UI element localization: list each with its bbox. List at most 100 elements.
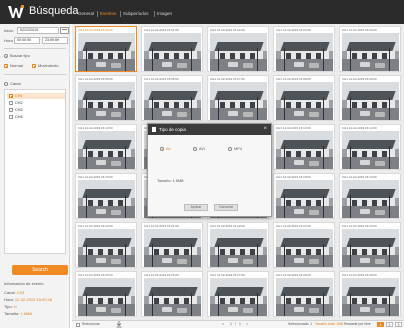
event-thumbnail[interactable]: CH1 12-02-2019 15:08:00	[273, 75, 335, 121]
thumbnail-label: CH1 12-02-2019 15:13:00	[276, 126, 311, 130]
download-icon[interactable]	[116, 321, 122, 328]
event-thumbnail[interactable]: CH1 12-02-2019 15:09:00	[339, 75, 401, 121]
format-radio[interactable]	[160, 147, 164, 151]
event-info-label: Hora:	[4, 297, 14, 302]
apply-button[interactable]: Aplicar	[184, 204, 208, 211]
event-thumbnail[interactable]: CH1 12-02-2019 15:27:00	[207, 271, 269, 317]
event-thumbnail[interactable]: CH1 12-02-2019 15:04:00	[339, 26, 401, 72]
event-thumbnail[interactable]: CH1 12-02-2019 15:10:00	[75, 124, 137, 170]
channel-radio[interactable]	[4, 82, 8, 86]
event-thumbnail[interactable]: CH1 12-02-2019 15:25:00	[75, 271, 137, 317]
channel-item-ch1[interactable]: CH1	[7, 93, 65, 99]
camera-snapshot-image	[210, 33, 267, 71]
event-thumbnail[interactable]: CH1 12-02-2019 15:13:00	[273, 124, 335, 170]
search-type-radio[interactable]	[4, 54, 8, 58]
channel-item-ch3[interactable]: CH3	[7, 107, 65, 113]
channel-item-label: CH4	[15, 115, 23, 119]
event-thumbnail[interactable]: CH1 12-02-2019 15:22:00	[207, 222, 269, 268]
close-icon[interactable]: ×	[263, 126, 267, 132]
search-button[interactable]: Search	[12, 265, 68, 275]
event-thumbnail[interactable]: CH1 12-02-2019 15:24:00	[339, 222, 401, 268]
select-all-checkbox[interactable]	[76, 322, 80, 327]
event-thumbnail[interactable]: CH1 12-02-2019 15:18:00	[273, 173, 335, 219]
channel-list: CH1 CH2 CH3 CH4	[4, 89, 66, 254]
event-thumbnail[interactable]: CH1 12-02-2019 15:15:00	[75, 173, 137, 219]
event-size-row: Tamaño: 1.6MB	[4, 311, 32, 316]
event-thumbnail[interactable]: CH1 12-02-2019 15:00:26	[75, 26, 137, 72]
tab-eventos[interactable]: Eventos	[100, 11, 116, 17]
page-title: Búsqueda	[29, 5, 79, 17]
format-option-av[interactable]: AV	[160, 147, 171, 152]
calendar-icon[interactable]	[60, 27, 69, 34]
channel-checkbox[interactable]	[9, 115, 13, 119]
event-thumbnail[interactable]: CH1 12-02-2019 15:23:00	[273, 222, 335, 268]
event-info-label: Canal:	[4, 290, 16, 295]
event-thumbnail[interactable]: CH1 12-02-2019 15:05:00	[75, 75, 137, 121]
camera-snapshot-image	[276, 278, 333, 316]
event-thumbnail[interactable]: CH1 12-02-2019 15:06:00	[141, 75, 203, 121]
camera-snapshot-image	[78, 278, 135, 316]
cancel-button[interactable]: Cancelar	[214, 204, 238, 211]
pager-prev[interactable]: <	[222, 322, 224, 327]
event-info-value: CH1	[16, 290, 25, 295]
event-thumbnail[interactable]: CH1 12-02-2019 15:07:00	[207, 75, 269, 121]
camera-snapshot-image	[210, 229, 267, 267]
camera-snapshot-image	[78, 131, 135, 169]
camera-snapshot-image	[342, 82, 399, 120]
format-option-avi[interactable]: AVI	[193, 147, 205, 152]
camera-snapshot-image	[342, 180, 399, 218]
event-thumbnail[interactable]: CH1 12-02-2019 15:21:00	[141, 222, 203, 268]
thumbnail-label: CH1 12-02-2019 15:19:00	[342, 175, 377, 179]
event-thumbnail[interactable]: CH1 12-02-2019 15:14:00	[339, 124, 401, 170]
page-button[interactable]: 1	[377, 322, 384, 327]
start-date-field[interactable]: 02/12/2019	[17, 27, 59, 34]
type-normal-label: Normal	[10, 63, 23, 68]
type-motion-checkbox[interactable]	[32, 64, 36, 68]
time-from-field[interactable]: 00:00:00	[14, 37, 40, 44]
document-icon	[152, 127, 156, 132]
type-normal-checkbox[interactable]	[4, 64, 8, 68]
app-logo-icon	[8, 5, 24, 18]
tab-divider	[120, 11, 121, 17]
camera-snapshot-image	[342, 131, 399, 169]
event-thumbnail[interactable]: CH1 12-02-2019 15:02:00	[207, 26, 269, 72]
camera-snapshot-image	[78, 33, 135, 71]
pager-total: 1	[239, 322, 241, 326]
tab-imagen[interactable]: Imagen	[157, 11, 172, 17]
thumbnail-label: CH1 12-02-2019 15:03:00	[276, 28, 311, 32]
format-option-mp4[interactable]: MP4	[228, 147, 242, 152]
thumbnail-label: CH1 12-02-2019 15:05:00	[78, 77, 113, 81]
time-to-field[interactable]: 23:59:59	[42, 37, 68, 44]
event-info-value: 12-02-2019 15:00:26	[14, 297, 53, 302]
pager-current: 1	[230, 322, 232, 326]
camera-snapshot-image	[210, 82, 267, 120]
event-thumbnail[interactable]: CH1 12-02-2019 15:03:00	[273, 26, 335, 72]
page-button[interactable]: 3	[395, 322, 402, 327]
channel-item-label: CH2	[15, 101, 23, 105]
tab-subperiodos[interactable]: Subperíodos	[123, 11, 149, 17]
event-info-label: Tipo:	[4, 304, 13, 309]
event-thumbnail[interactable]: CH1 12-02-2019 15:19:00	[339, 173, 401, 219]
event-thumbnail[interactable]: CH1 12-02-2019 15:26:00	[141, 271, 203, 317]
channel-item-ch2[interactable]: CH2	[7, 100, 65, 106]
tab-general[interactable]: General	[78, 11, 94, 17]
tab-divider	[154, 11, 155, 17]
event-thumbnail[interactable]: CH1 12-02-2019 15:29:00	[339, 271, 401, 317]
thumbnail-label: CH1 12-02-2019 15:20:00	[78, 224, 113, 228]
channel-checkbox[interactable]	[9, 108, 13, 112]
format-radio[interactable]	[228, 147, 232, 151]
channel-checkbox[interactable]	[9, 94, 13, 98]
event-thumbnail[interactable]: CH1 12-02-2019 15:20:00	[75, 222, 137, 268]
channel-checkbox[interactable]	[9, 101, 13, 105]
channel-item-ch4[interactable]: CH4	[7, 114, 65, 120]
event-thumbnail[interactable]: CH1 12-02-2019 15:01:00	[141, 26, 203, 72]
format-option-label: MP4	[234, 147, 242, 151]
pager-next[interactable]: >	[246, 322, 248, 327]
camera-snapshot-image	[144, 229, 201, 267]
event-thumbnail[interactable]: CH1 12-02-2019 15:28:00	[273, 271, 335, 317]
thumbnail-label: CH1 12-02-2019 15:29:00	[342, 273, 377, 277]
format-radio[interactable]	[193, 147, 197, 151]
page-button[interactable]: 2	[386, 322, 393, 327]
remaining-space: Restante por libre	[344, 322, 371, 326]
format-option-label: AV	[166, 147, 171, 151]
